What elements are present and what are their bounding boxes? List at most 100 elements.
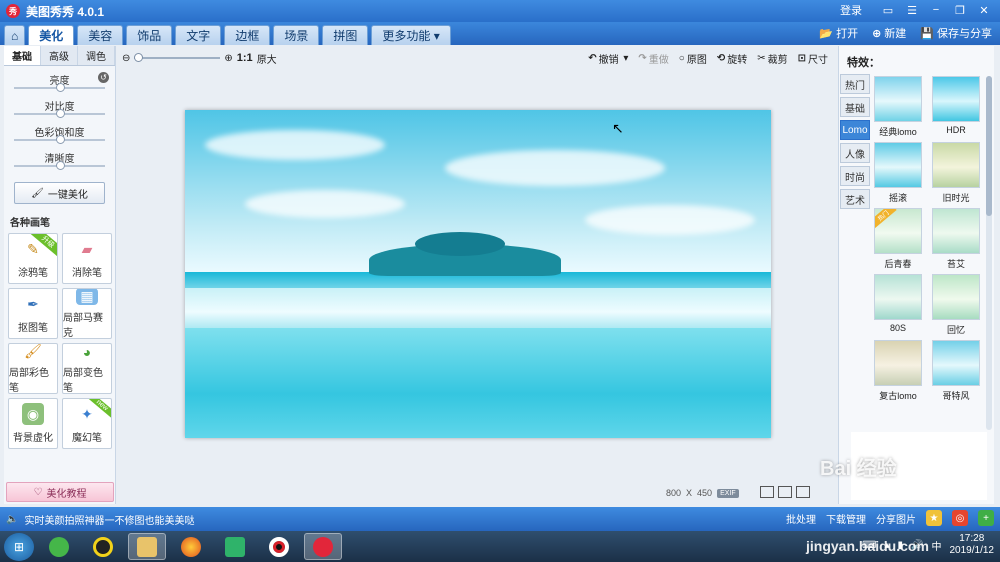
tab-frame[interactable]: 边框 xyxy=(224,25,271,45)
zoom-out-icon[interactable]: ⊖ xyxy=(122,53,130,64)
exif-button[interactable]: EXIF xyxy=(717,488,739,498)
home-button[interactable]: ⌂ xyxy=(4,25,26,45)
media-player-icon xyxy=(225,536,245,557)
taskbar-recorder[interactable] xyxy=(260,533,298,560)
brush-eraser[interactable]: ▰ 消除笔 xyxy=(62,233,112,284)
batch-button[interactable]: 批处理 xyxy=(786,511,816,526)
scrollbar-thumb[interactable] xyxy=(986,76,992,216)
resize-button[interactable]: ⊡ 尺寸 xyxy=(798,51,828,66)
tab-beautify[interactable]: 美化 xyxy=(28,25,75,45)
effect-80s[interactable]: 80S xyxy=(873,274,923,340)
taskbar-firefox[interactable] xyxy=(172,533,210,560)
new-button[interactable]: ⊕ 新建 xyxy=(872,25,906,41)
effect-rock[interactable]: 摇滚 xyxy=(873,142,923,208)
crop-button[interactable]: ✂ 裁剪 xyxy=(757,51,787,66)
compare-view-icon[interactable] xyxy=(778,486,792,498)
effect-memory[interactable]: 回忆 xyxy=(931,274,981,340)
tab-ornaments[interactable]: 饰品 xyxy=(126,25,173,45)
undo-button[interactable]: ↶ 撤销 ▾ xyxy=(588,51,628,66)
clock[interactable]: 17:28 2019/1/12 xyxy=(950,533,995,557)
actual-size-button[interactable]: 1:1 xyxy=(237,52,253,64)
taskbar-browser-360[interactable] xyxy=(40,533,78,560)
category-portrait[interactable]: 人像 xyxy=(840,143,870,163)
save-share-button[interactable]: 💾 保存与分享 xyxy=(920,25,992,41)
star-icon[interactable]: ★ xyxy=(926,510,942,526)
category-hot[interactable]: 热门 xyxy=(840,74,870,94)
original-size-label[interactable]: 原大 xyxy=(257,51,277,66)
login-link[interactable]: 登录 xyxy=(840,2,862,18)
split-view-icon[interactable] xyxy=(796,486,810,498)
zoom-slider[interactable] xyxy=(134,53,221,62)
brush-mosaic[interactable]: ▦ 局部马赛克 xyxy=(62,288,112,339)
tab-collage[interactable]: 拼图 xyxy=(322,25,369,45)
open-button[interactable]: 📂 打开 xyxy=(819,25,858,41)
original-icon: ○ xyxy=(678,53,685,64)
close-icon[interactable]: ✕ xyxy=(974,2,994,18)
category-lomo[interactable]: Lomo xyxy=(840,120,870,140)
taskbar-explorer[interactable] xyxy=(128,533,166,560)
slider-knob[interactable] xyxy=(55,135,65,144)
effect-retro-lomo[interactable]: 复古lomo xyxy=(873,340,923,406)
tab-text[interactable]: 文字 xyxy=(175,25,222,45)
slider-knob[interactable] xyxy=(55,161,65,170)
sharpness-slider[interactable]: 清晰度 xyxy=(12,150,107,176)
subtab-basic[interactable]: 基础 xyxy=(4,46,41,65)
effect-moss[interactable]: 苔艾 xyxy=(931,208,981,274)
zoom-knob[interactable] xyxy=(134,53,144,62)
zoom-in-icon[interactable]: ⊕ xyxy=(224,53,232,64)
category-basic[interactable]: 基础 xyxy=(840,97,870,117)
taskbar-media-player[interactable] xyxy=(216,533,254,560)
brush-graffiti[interactable]: 升级 ✎ 涂鸦笔 xyxy=(8,233,58,284)
rotate-label: 旋转 xyxy=(727,55,748,66)
effect-youth[interactable]: 热门 后青春 xyxy=(873,208,923,274)
effect-thumbnail xyxy=(932,274,980,320)
brush-magic[interactable]: new ✦ 魔幻笔 xyxy=(62,398,112,449)
rotate-button[interactable]: ⟲ 旋转 xyxy=(717,51,747,66)
slider-knob[interactable] xyxy=(55,83,65,92)
weibo-icon[interactable]: ◎ xyxy=(952,510,968,526)
brush-local-color[interactable]: 🖌 局部彩色笔 xyxy=(8,343,58,394)
slider-knob[interactable] xyxy=(55,109,65,118)
brush-cutout[interactable]: ✒ 抠图笔 xyxy=(8,288,58,339)
menu-icon[interactable]: ☰ xyxy=(902,2,922,18)
single-view-icon[interactable] xyxy=(760,486,774,498)
chevron-down-icon[interactable]: ▾ xyxy=(621,53,628,64)
one-click-beautify-button[interactable]: 🖌 一键美化 xyxy=(14,182,105,204)
effect-classic-lomo[interactable]: 经典lomo xyxy=(873,76,923,142)
tab-more[interactable]: 更多功能 ▾ xyxy=(371,25,451,45)
effect-gothic[interactable]: 哥特风 xyxy=(931,340,981,406)
effects-scrollbar[interactable] xyxy=(986,76,992,430)
tab-face[interactable]: 美容 xyxy=(77,25,124,45)
subtab-advanced[interactable]: 高级 xyxy=(41,46,78,65)
brush-background-blur[interactable]: ◉ 背景虚化 xyxy=(8,398,58,449)
brush-recolor[interactable]: ◕ 局部变色笔 xyxy=(62,343,112,394)
category-art[interactable]: 艺术 xyxy=(840,189,870,209)
status-message[interactable]: 实时美颜拍照神器一不修图也能美美哒 xyxy=(24,512,194,527)
subtab-color[interactable]: 调色 xyxy=(78,46,115,65)
saturation-slider[interactable]: 色彩饱和度 xyxy=(12,124,107,150)
feedback-icon[interactable]: ▭ xyxy=(878,2,898,18)
blur-icon: ◉ xyxy=(22,403,44,425)
minimize-icon[interactable]: − xyxy=(926,2,946,18)
redo-button[interactable]: ↷ 重做 xyxy=(638,51,668,66)
baidu-watermark-url: jingyan.baidu.com xyxy=(806,538,929,554)
photo-canvas[interactable] xyxy=(185,110,771,438)
tab-more-label: 更多功能 xyxy=(382,29,431,43)
taskbar-meitu[interactable] xyxy=(304,533,342,560)
image-dimensions: 800 X 450 EXIF xyxy=(666,488,739,498)
tab-scene[interactable]: 场景 xyxy=(273,25,320,45)
category-fashion[interactable]: 时尚 xyxy=(840,166,870,186)
add-icon[interactable]: + xyxy=(978,510,994,526)
effect-hdr[interactable]: HDR xyxy=(931,76,981,142)
share-image-button[interactable]: 分享图片 xyxy=(876,511,916,526)
taskbar-qq[interactable] xyxy=(84,533,122,560)
contrast-slider[interactable]: 对比度 xyxy=(12,98,107,124)
maximize-icon[interactable]: ❐ xyxy=(950,2,970,18)
tutorial-button[interactable]: ♡ 美化教程 xyxy=(6,482,114,502)
original-button[interactable]: ○ 原图 xyxy=(679,51,707,66)
ime-icon[interactable]: 中 xyxy=(932,538,942,553)
download-manager-button[interactable]: 下载管理 xyxy=(826,511,866,526)
start-button[interactable]: ⊞ xyxy=(4,532,34,561)
brightness-slider[interactable]: 亮度 xyxy=(12,72,107,98)
effect-old-times[interactable]: 旧时光 xyxy=(931,142,981,208)
